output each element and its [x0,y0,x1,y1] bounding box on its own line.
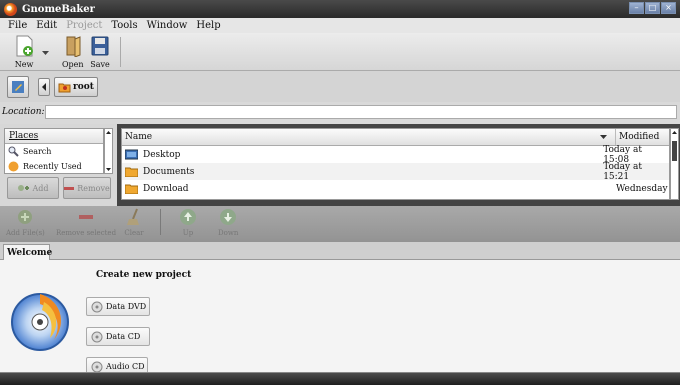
app-icon [4,2,17,16]
chevron-left-icon [42,83,46,91]
menu-edit[interactable]: Edit [36,20,57,31]
menu-bar: File Edit Project Tools Window Help [0,18,680,33]
window-title: GnomeBaker [22,3,95,15]
location-label: Location: [2,107,45,117]
data-cd-button[interactable]: Data CD [86,327,150,346]
file-row[interactable]: Desktop Today at 15:08 [122,145,669,165]
title-bar: GnomeBaker – □ × [0,0,680,18]
toolbar-separator [120,37,121,67]
edit-path-icon [12,81,24,93]
place-item-recent[interactable]: Recently Used [5,159,103,173]
data-dvd-button[interactable]: Data DVD [86,297,150,316]
column-modified-header[interactable]: Modified [616,129,659,145]
remove-place-button[interactable]: Remove [63,177,111,199]
gnomebaker-logo-icon [11,293,69,351]
places-list: Places Search Recently Used [4,128,104,174]
scroll-arrows-icon [672,131,677,161]
menu-tools[interactable]: Tools [111,20,137,31]
audio-cd-icon [91,361,103,372]
path-bar [0,71,680,102]
remove-icon [64,187,75,190]
menu-window[interactable]: Window [147,20,188,31]
file-row[interactable]: Download Wednesday [122,180,669,197]
minimize-icon[interactable]: – [629,2,644,14]
toolbar-separator [160,209,161,235]
tab-strip [0,242,680,260]
new-button[interactable]: New [14,35,34,69]
folder-icon [125,167,138,177]
edit-location-button[interactable] [7,76,29,98]
file-list: Name Modified Desktop Today at 15:08 Doc… [121,128,670,200]
desktop-icon [125,149,138,160]
window-controls: – □ × [629,2,676,14]
recent-icon [8,161,19,172]
remove-icon [79,215,94,219]
broom-icon [127,208,139,225]
move-down-button[interactable]: Down [218,207,238,237]
scroll-arrows-icon [106,131,111,171]
new-document-icon [16,35,33,57]
search-icon [8,146,19,157]
open-folder-icon [66,36,81,58]
chevron-down-icon [42,51,49,55]
location-input[interactable] [45,105,677,119]
home-folder-icon [58,83,71,93]
file-row[interactable]: Documents Today at 15:21 [122,162,669,182]
places-scrollbar[interactable] [104,128,113,174]
folder-icon [125,184,138,194]
add-file-icon [18,210,33,224]
new-dropdown-button[interactable] [42,49,49,58]
tab-welcome[interactable]: Welcome [3,244,52,261]
clear-button[interactable]: Clear [124,207,144,237]
arrow-down-icon [220,209,237,225]
add-files-button[interactable]: Add File(s) [6,207,45,237]
root-crumb-button[interactable]: root [54,77,98,97]
menu-project[interactable]: Project [66,20,102,31]
add-icon [18,185,30,191]
remove-selected-button[interactable]: Remove selected [56,207,116,237]
maximize-icon[interactable]: □ [645,2,660,14]
menu-help[interactable]: Help [196,20,220,31]
save-button[interactable]: Save [90,35,110,69]
close-icon[interactable]: × [661,2,676,14]
places-header[interactable]: Places [5,129,103,144]
main-toolbar: New Open Save [0,33,680,71]
save-icon [91,36,109,56]
column-name-header[interactable]: Name [122,129,616,145]
create-project-heading: Create new project [96,270,192,280]
add-place-button[interactable]: Add [7,177,59,199]
place-item-search[interactable]: Search [5,144,103,159]
dvd-icon [91,301,103,312]
file-list-header: Name Modified [122,129,669,146]
taskbar [0,372,680,385]
file-list-scrollbar[interactable] [670,128,679,200]
cd-icon [91,331,103,342]
move-up-button[interactable]: Up [178,207,198,237]
arrow-up-icon [180,209,196,225]
open-button[interactable]: Open [62,35,84,69]
sort-desc-icon [600,135,607,139]
menu-file[interactable]: File [8,20,27,31]
back-button[interactable] [38,78,50,96]
